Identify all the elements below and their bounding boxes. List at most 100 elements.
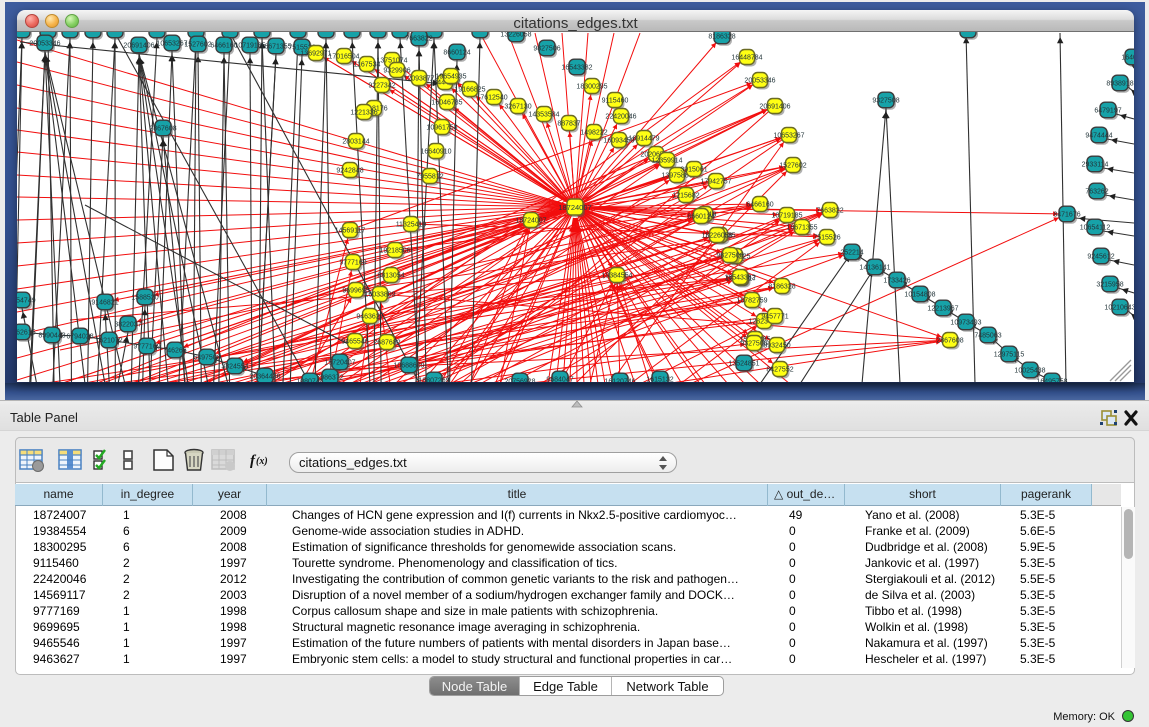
- svg-text:13524851: 13524851: [728, 361, 759, 368]
- svg-text:6497508: 6497508: [193, 355, 220, 362]
- svg-text:1221336: 1221336: [350, 110, 377, 117]
- svg-text:1527602: 1527602: [184, 42, 211, 49]
- svg-text:14353584: 14353584: [528, 112, 559, 119]
- svg-text:13226058: 13226058: [500, 32, 531, 39]
- svg-text:16033809: 16033809: [364, 292, 395, 299]
- svg-text:9684047: 9684047: [546, 377, 573, 383]
- svg-text:9115460: 9115460: [602, 98, 629, 105]
- svg-text:9777169: 9777169: [339, 260, 366, 267]
- svg-text:16543382: 16543382: [561, 65, 592, 72]
- svg-text:10973493: 10973493: [950, 320, 981, 327]
- svg-text:1733426: 1733426: [883, 278, 910, 285]
- svg-text:1362615: 1362615: [17, 330, 36, 337]
- svg-text:7663822: 7663822: [405, 36, 432, 43]
- svg-text:7515526: 7515526: [813, 235, 840, 242]
- svg-text:8427552: 8427552: [766, 367, 793, 374]
- svg-text:9242848: 9242848: [336, 168, 363, 175]
- svg-text:13226058: 13226058: [701, 233, 732, 240]
- svg-text:20756928: 20756928: [504, 379, 535, 383]
- svg-text:763262: 763262: [1085, 189, 1108, 196]
- svg-text:252214: 252214: [840, 250, 863, 257]
- svg-text:7485063: 7485063: [974, 333, 1001, 340]
- svg-text:18807269: 18807269: [418, 378, 449, 383]
- svg-text:18724007: 18724007: [558, 203, 591, 212]
- svg-text:3824554: 3824554: [221, 364, 248, 371]
- svg-text:3267130: 3267130: [504, 104, 531, 111]
- svg-text:7955812: 7955812: [416, 174, 443, 181]
- svg-text:10025438: 10025438: [1014, 368, 1045, 375]
- svg-text:10154808: 10154808: [904, 292, 935, 299]
- svg-text:12213967: 12213967: [927, 306, 958, 313]
- svg-text:16448784: 16448784: [731, 55, 762, 62]
- svg-text:7612540: 7612540: [480, 95, 507, 102]
- svg-text:9327508: 9327508: [872, 98, 899, 105]
- svg-text:2867608: 2867608: [936, 338, 963, 345]
- svg-text:1527602: 1527602: [779, 163, 806, 170]
- svg-text:887837: 887837: [557, 121, 580, 128]
- svg-text:9327508: 9327508: [740, 341, 767, 348]
- svg-text:9457771: 9457771: [761, 314, 788, 321]
- svg-text:8660124: 8660124: [687, 214, 714, 221]
- svg-text:3822037: 3822037: [114, 322, 141, 329]
- svg-text:16120746: 16120746: [604, 379, 635, 383]
- svg-text:22420046: 22420046: [605, 114, 636, 121]
- svg-text:3915061: 3915061: [680, 167, 707, 174]
- svg-text:9463627: 9463627: [356, 314, 383, 321]
- svg-text:20053346: 20053346: [29, 41, 60, 48]
- svg-text:9827506: 9827506: [716, 253, 743, 260]
- svg-text:16046785: 16046785: [431, 100, 462, 107]
- svg-text:10210643: 10210643: [1104, 305, 1134, 312]
- svg-text:9245612: 9245612: [1087, 254, 1114, 261]
- svg-text:9474444: 9474444: [1085, 133, 1112, 140]
- svg-text:14136141: 14136141: [859, 265, 890, 272]
- svg-text:2867608: 2867608: [149, 126, 176, 133]
- svg-text:8990443: 8990443: [38, 333, 65, 340]
- svg-text:6466160: 6466160: [746, 202, 773, 209]
- svg-text:8186328: 8186328: [768, 284, 795, 291]
- svg-text:16671355: 16671355: [786, 225, 817, 232]
- svg-text:164095: 164095: [1121, 55, 1134, 62]
- svg-text:10654112: 10654112: [1080, 225, 1111, 232]
- svg-text:6794028: 6794028: [66, 334, 93, 341]
- svg-text:9465546: 9465546: [341, 339, 368, 346]
- svg-text:20053346: 20053346: [744, 78, 775, 85]
- svg-text:7663822: 7663822: [816, 208, 843, 215]
- svg-text:20691406: 20691406: [759, 104, 790, 111]
- svg-text:8454749: 8454749: [17, 298, 36, 305]
- svg-text:13692971: 13692971: [300, 51, 331, 58]
- svg-text:7986372: 7986372: [316, 375, 343, 382]
- svg-text:1498222: 1498222: [580, 130, 607, 137]
- svg-text:1615132: 1615132: [646, 377, 673, 383]
- svg-text:9146821: 9146821: [91, 300, 118, 307]
- svg-text:6479197: 6479197: [1094, 108, 1121, 115]
- svg-text:19384554: 19384554: [601, 273, 632, 280]
- svg-text:9777169: 9777169: [133, 344, 160, 351]
- svg-text:(x): (x): [256, 456, 268, 467]
- svg-text:12975115: 12975115: [994, 352, 1025, 359]
- svg-text:19166825: 19166825: [454, 87, 485, 94]
- svg-text:16914479: 16914479: [628, 136, 659, 143]
- svg-text:16671355: 16671355: [260, 44, 291, 51]
- svg-text:18300295: 18300295: [576, 84, 607, 91]
- svg-text:9227342: 9227342: [368, 83, 395, 90]
- svg-text:20364436: 20364436: [249, 374, 280, 381]
- svg-text:2933114: 2933114: [1082, 162, 1109, 169]
- svg-text:10719185: 10719185: [771, 213, 802, 220]
- svg-text:15720407: 15720407: [324, 360, 355, 367]
- svg-text:1621072: 1621072: [95, 338, 122, 345]
- svg-text:8660124: 8660124: [443, 50, 470, 57]
- svg-text:8813054: 8813054: [377, 273, 404, 280]
- svg-text:1588520: 1588520: [131, 295, 158, 302]
- svg-text:11325419: 11325419: [396, 222, 427, 229]
- svg-text:10688609: 10688609: [393, 363, 424, 370]
- svg-text:17942757: 17942757: [700, 179, 731, 186]
- svg-text:19654935: 19654935: [435, 74, 466, 81]
- svg-text:10653267: 10653267: [773, 133, 804, 140]
- svg-text:746266: 746266: [163, 348, 186, 355]
- svg-text:16543382: 16543382: [724, 275, 755, 282]
- svg-text:2687682: 2687682: [373, 340, 400, 347]
- svg-text:9329906: 9329906: [383, 68, 410, 75]
- svg-text:9827506: 9827506: [533, 46, 560, 53]
- svg-text:10653267: 10653267: [156, 41, 187, 48]
- svg-text:17016504: 17016504: [328, 54, 359, 61]
